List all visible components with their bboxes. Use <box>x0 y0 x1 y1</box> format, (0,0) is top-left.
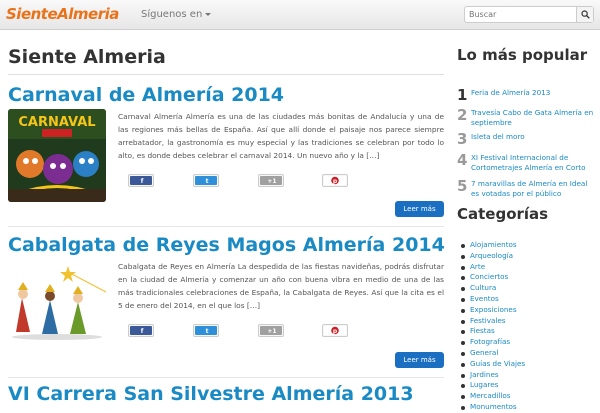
category-link[interactable]: Alojamientos <box>459 240 599 251</box>
read-more-button[interactable]: Leer más <box>395 352 444 368</box>
popular-heading: Lo más popular <box>457 46 588 64</box>
gplus-share-button[interactable]: +1 <box>258 324 284 337</box>
rank-number: 1 <box>457 86 468 104</box>
site-logo[interactable]: SienteAlmeria <box>6 5 119 23</box>
category-link[interactable]: Fotografías <box>459 337 599 348</box>
siguenos-label: Síguenos en <box>141 9 203 20</box>
post-thumbnail-carnaval[interactable]: CARNAVAL <box>8 109 106 202</box>
category-link[interactable]: Conciertos <box>459 272 599 283</box>
category-link[interactable]: Exposiciones <box>459 305 599 316</box>
facebook-icon: f <box>130 326 152 335</box>
category-link[interactable]: Mercadillos <box>459 391 599 402</box>
carnaval-poster-image: CARNAVAL <box>8 109 106 202</box>
rank-number: 3 <box>457 130 468 148</box>
rank-number: 4 <box>457 151 468 169</box>
divider <box>8 226 444 227</box>
category-link[interactable]: Arte <box>459 262 599 273</box>
gplus-icon: +1 <box>260 326 282 335</box>
category-link[interactable]: Arqueología <box>459 251 599 262</box>
popular-link[interactable]: Travesía Cabo de Gata Almería en septiem… <box>471 108 597 127</box>
main-content: Siente Almeria Carnaval de Almería 2014 … <box>0 30 445 405</box>
post-title[interactable]: Carnaval de Almería 2014 <box>8 84 444 106</box>
twitter-share-button[interactable]: t <box>193 324 219 337</box>
divider <box>8 377 444 378</box>
category-link[interactable]: Guías de Viajes <box>459 359 599 370</box>
poster-title-text: CARNAVAL <box>18 115 95 130</box>
popular-link[interactable]: Feria de Almería 2013 <box>471 88 597 98</box>
facebook-share-button[interactable]: f <box>128 174 154 187</box>
popular-item: 1 Feria de Almería 2013 <box>457 86 597 104</box>
divider <box>8 74 444 75</box>
gplus-icon: +1 <box>260 176 282 185</box>
twitter-icon: t <box>195 326 217 335</box>
post-title[interactable]: Cabalgata de Reyes Magos Almería 2014 <box>8 234 445 256</box>
pinterest-icon: p <box>324 326 346 335</box>
categories-heading: Categorías <box>457 205 549 223</box>
rank-number: 2 <box>457 106 468 124</box>
post-carnaval: Carnaval de Almería 2014 CARNAVAL Carnav… <box>8 84 444 219</box>
post-excerpt: Carnaval Almería Almería es una de las c… <box>118 112 444 160</box>
top-navbar: SienteAlmeria Síguenos en <box>0 0 600 30</box>
siguenos-dropdown[interactable]: Síguenos en <box>141 9 212 20</box>
caret-down-icon <box>205 12 212 16</box>
facebook-icon: f <box>130 176 152 185</box>
popular-item: 2 Travesía Cabo de Gata Almería en septi… <box>457 106 597 128</box>
popular-item: 5 7 maravillas de Almería en Ideal es vo… <box>457 177 597 199</box>
category-link[interactable]: Jardines <box>459 370 599 381</box>
rank-number: 5 <box>457 177 468 195</box>
post-title[interactable]: VI Carrera San Silvestre Almería 2013 <box>8 383 444 405</box>
post-thumbnail-cabalgata[interactable] <box>8 262 106 342</box>
category-link[interactable]: Monumentos <box>459 402 599 413</box>
popular-link[interactable]: XI Festival Internacional de Cortometraj… <box>471 153 597 172</box>
read-more-button[interactable]: Leer más <box>395 201 444 217</box>
search-button[interactable] <box>576 7 593 22</box>
page-title: Siente Almeria <box>8 46 166 68</box>
category-link[interactable]: General <box>459 348 599 359</box>
logo-text-almeria: Almeria <box>57 5 119 23</box>
popular-item: 3 Isleta del moro <box>457 130 597 148</box>
popular-item: 4 XI Festival Internacional de Cortometr… <box>457 151 597 173</box>
search-icon <box>581 10 590 19</box>
pinterest-share-button[interactable]: p <box>322 324 348 337</box>
svg-text:p: p <box>333 178 338 185</box>
categories-list: Alojamientos Arqueología Arte Conciertos… <box>459 240 599 413</box>
post-excerpt: Cabalgata de Reyes en Almería La despedi… <box>118 262 444 310</box>
reyes-magos-image <box>8 262 106 342</box>
twitter-share-button[interactable]: t <box>193 174 219 187</box>
post-cabalgata: Cabalgata de Reyes Magos Almería 2014 Ca… <box>8 234 445 369</box>
sidebar: Lo más popular 1 Feria de Almería 2013 2… <box>457 30 600 411</box>
logo-text-siente: Siente <box>6 5 58 23</box>
post-san-silvestre: VI Carrera San Silvestre Almería 2013 <box>8 383 444 405</box>
popular-link[interactable]: 7 maravillas de Almería en Ideal es vota… <box>471 179 597 198</box>
gplus-share-button[interactable]: +1 <box>258 174 284 187</box>
category-link[interactable]: Lugares <box>459 380 599 391</box>
search-box <box>464 6 594 23</box>
category-link[interactable]: Eventos <box>459 294 599 305</box>
popular-link[interactable]: Isleta del moro <box>471 132 597 142</box>
pinterest-share-button[interactable]: p <box>322 174 348 187</box>
category-link[interactable]: Cultura <box>459 283 599 294</box>
svg-text:p: p <box>333 328 338 335</box>
twitter-icon: t <box>195 176 217 185</box>
category-link[interactable]: Festivales <box>459 316 599 327</box>
category-link[interactable]: Fiestas <box>459 326 599 337</box>
search-input[interactable] <box>465 7 575 22</box>
facebook-share-button[interactable]: f <box>128 324 154 337</box>
pinterest-icon: p <box>324 176 346 185</box>
